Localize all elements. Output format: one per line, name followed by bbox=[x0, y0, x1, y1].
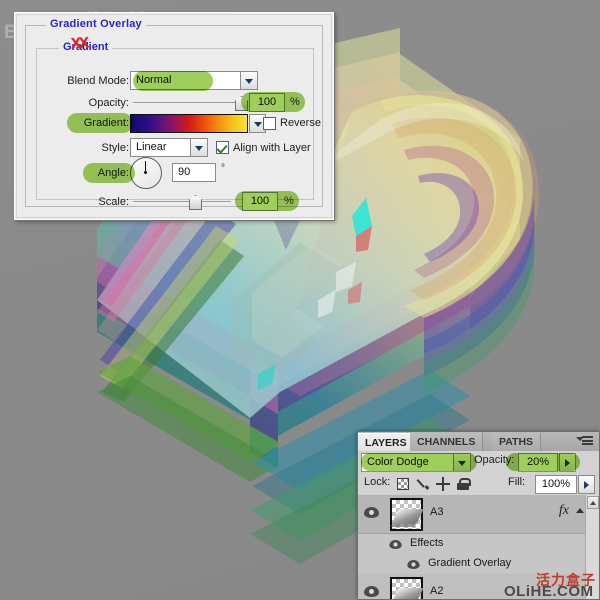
fill-label: Fill: bbox=[508, 476, 526, 488]
align-with-layer-checkbox[interactable] bbox=[216, 141, 229, 154]
layer-name: A2 bbox=[430, 585, 444, 597]
screenshot-stage: PS教程论坛 BBS.PSJCLT.COM Gradient Overlay G… bbox=[0, 0, 600, 600]
scale-slider-track[interactable] bbox=[133, 201, 231, 202]
chevron-down-icon bbox=[195, 145, 203, 151]
layer-visibility-eye-icon[interactable] bbox=[364, 507, 379, 518]
scale-slider-thumb[interactable] bbox=[189, 195, 202, 210]
opacity-slider-track[interactable] bbox=[133, 102, 243, 103]
panel-tab-bar: LAYERS CHANNELS PATHS bbox=[358, 432, 599, 452]
angle-unit: ° bbox=[221, 163, 225, 174]
chevron-up-icon bbox=[590, 501, 596, 505]
layer-thumbnail-glyph bbox=[391, 588, 424, 599]
panel-menu-line bbox=[582, 440, 593, 442]
angle-label-highlight bbox=[83, 163, 135, 183]
align-with-layer-label: Align with Layer bbox=[233, 142, 311, 154]
layer-list-scrollbar[interactable] bbox=[585, 495, 599, 599]
opacity-unit: % bbox=[290, 96, 300, 108]
eye-pupil bbox=[369, 589, 374, 594]
angle-input[interactable]: 90 bbox=[172, 163, 216, 182]
gradient-overlay-visibility-eye-icon[interactable] bbox=[407, 559, 420, 570]
list-item[interactable]: Effects bbox=[358, 534, 599, 555]
blend-mode-dropdown-arrow[interactable] bbox=[240, 72, 257, 89]
effects-visibility-eye-icon[interactable] bbox=[389, 539, 402, 550]
style-dropdown-arrow[interactable] bbox=[190, 139, 207, 156]
tab-layers[interactable]: LAYERS bbox=[358, 433, 415, 451]
eye-pupil bbox=[393, 542, 398, 547]
eye-pupil bbox=[369, 510, 374, 515]
reverse-checkbox[interactable] bbox=[263, 117, 276, 130]
chevron-right-icon bbox=[584, 481, 589, 489]
tab-channels[interactable]: CHANNELS bbox=[410, 433, 484, 451]
lock-row: Lock: Fill: 100% bbox=[358, 473, 599, 496]
gradient-preview[interactable] bbox=[130, 114, 248, 133]
lock-image-pixels-icon[interactable] bbox=[416, 477, 430, 491]
blend-mode-row-highlight bbox=[361, 453, 477, 471]
style-value: Linear bbox=[136, 141, 167, 153]
panel-menu-icon[interactable] bbox=[576, 436, 594, 447]
group-title: Gradient Overlay bbox=[46, 18, 146, 30]
layer-visibility-eye-icon[interactable] bbox=[364, 586, 379, 597]
blend-mode-label: Blend Mode: bbox=[67, 75, 129, 87]
fill-input[interactable]: 100% bbox=[535, 475, 577, 494]
scale-unit: % bbox=[284, 195, 294, 207]
eye-pupil bbox=[411, 562, 416, 567]
lock-all-icon[interactable] bbox=[456, 477, 471, 491]
gradient-overlay-dialog: Gradient Overlay Gradient Blend Mode: No… bbox=[14, 12, 334, 220]
annotation-xx-mark: XX bbox=[70, 34, 88, 53]
lock-position-icon[interactable] bbox=[436, 477, 450, 491]
opacity-row-highlight bbox=[506, 453, 580, 471]
table-row[interactable]: A2 bbox=[358, 574, 599, 599]
gradient-subgroup: Gradient Blend Mode: Normal Opacity: 100… bbox=[36, 41, 321, 211]
scroll-up-button[interactable] bbox=[587, 496, 599, 509]
angle-hub-dot bbox=[144, 171, 147, 174]
gradient-label-highlight bbox=[67, 113, 133, 133]
blend-opacity-row: Color Dodge Opacity: 20% bbox=[358, 451, 599, 474]
style-select[interactable]: Linear bbox=[130, 138, 208, 157]
chevron-down-icon bbox=[245, 78, 253, 84]
layers-panel: LAYERS CHANNELS PATHS Color Dodge Opacit… bbox=[357, 431, 600, 600]
layer-effects-fx-icon[interactable]: fx bbox=[559, 503, 569, 519]
opacity-label: Opacity: bbox=[88, 97, 129, 109]
style-label: Style: bbox=[101, 142, 129, 154]
effect-item-label: Gradient Overlay bbox=[428, 557, 512, 569]
lock-label: Lock: bbox=[364, 476, 391, 488]
layer-thumbnail[interactable] bbox=[390, 498, 424, 531]
panel-menu-line bbox=[582, 443, 593, 445]
tab-paths[interactable]: PATHS bbox=[492, 433, 542, 451]
lock-transparency-icon[interactable] bbox=[396, 477, 410, 491]
layer-name: A3 bbox=[430, 506, 444, 518]
layer-thumbnail[interactable] bbox=[390, 577, 424, 599]
chevron-down-icon bbox=[253, 121, 262, 127]
effects-label: Effects bbox=[410, 537, 444, 549]
reverse-label: Reverse bbox=[280, 117, 321, 129]
gradient-overlay-group: Gradient Overlay Gradient Blend Mode: No… bbox=[25, 18, 323, 211]
layer-list: A3 fx Effects Gradient Overlay A2 bbox=[358, 495, 599, 599]
blend-mode-highlight bbox=[133, 71, 213, 91]
layer-effects-expander-icon[interactable] bbox=[576, 508, 584, 513]
layer-thumbnail-glyph bbox=[391, 509, 424, 524]
list-item[interactable]: Gradient Overlay bbox=[358, 554, 599, 575]
fill-scrubber[interactable] bbox=[578, 475, 595, 494]
scale-label: Scale: bbox=[98, 196, 129, 208]
table-row[interactable]: A3 fx bbox=[358, 495, 599, 534]
panel-menu-line bbox=[582, 436, 593, 438]
